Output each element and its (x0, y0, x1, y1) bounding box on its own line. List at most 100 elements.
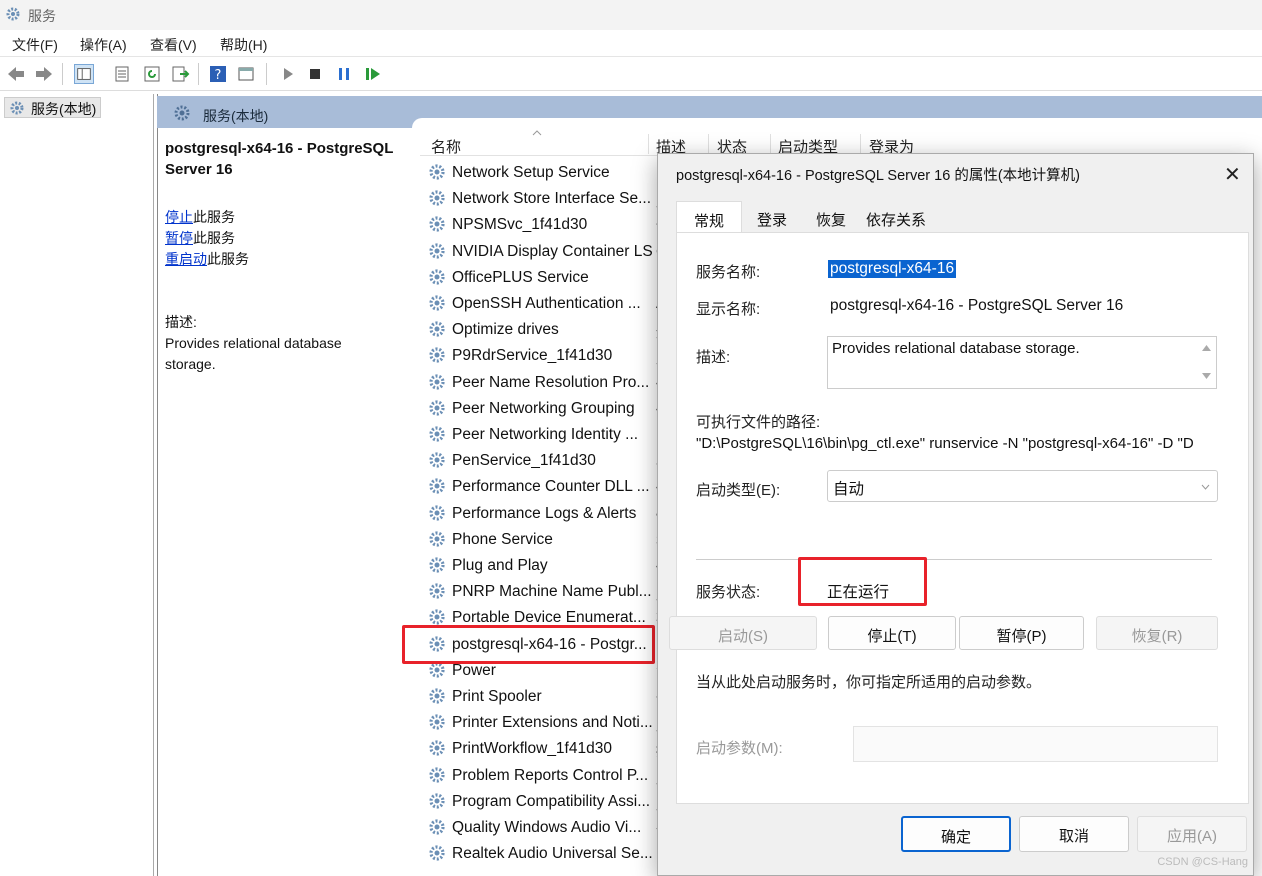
pause-button[interactable]: 暂停(P) (959, 616, 1084, 650)
table-row[interactable]: Quality Windows Audio Vi...优 (428, 815, 671, 841)
highlight-box-service-status (798, 557, 927, 606)
table-row[interactable]: PNRP Machine Name Publ...此 (428, 579, 671, 605)
service-gear-icon (428, 687, 448, 710)
start-params-input[interactable] (853, 726, 1218, 762)
table-row[interactable]: OpenSSH Authentication ...A (428, 291, 666, 317)
service-gear-icon (428, 163, 448, 186)
column-divider[interactable] (708, 134, 709, 154)
table-row[interactable]: OfficePLUS ServiceM (428, 265, 669, 291)
service-name: Performance Counter DLL ... (452, 478, 650, 496)
service-name-value[interactable]: postgresql-x64-16 (828, 260, 957, 278)
help-icon[interactable]: ? (208, 64, 228, 84)
table-row[interactable]: Peer Networking Grouping使 (428, 396, 671, 422)
table-row[interactable]: P9RdrService_1f41d30启 (428, 343, 671, 369)
close-icon[interactable]: ✕ (1224, 162, 1241, 187)
pane-header-title: 服务(本地) (203, 108, 269, 124)
service-name: Performance Logs & Alerts (452, 504, 637, 522)
table-row[interactable]: PrintWorkflow_1f41d30提 (428, 736, 671, 762)
ok-button[interactable]: 确定 (901, 816, 1011, 852)
apply-button[interactable]: 应用(A) (1137, 816, 1247, 852)
table-row[interactable]: Optimize drives通 (428, 317, 671, 343)
service-gear-icon (428, 294, 448, 317)
table-row[interactable]: Peer Name Resolution Pro...使 (428, 370, 671, 396)
restart-service-icon[interactable] (363, 64, 383, 84)
table-row[interactable]: Realtek Audio Universal Se...Realt... (428, 841, 704, 867)
stop-service-link[interactable]: 停止 (165, 209, 193, 225)
service-name: Phone Service (452, 530, 553, 548)
table-row[interactable]: Printer Extensions and Noti...此 (428, 710, 671, 736)
column-divider[interactable] (860, 134, 861, 154)
executable-path-clip: "D:\PostgreSQL\16\bin\pg_ctl.exe" runser… (696, 435, 1246, 457)
service-gear-icon (428, 818, 448, 841)
service-gear-icon (428, 242, 448, 265)
executable-path-value[interactable]: "D:\PostgreSQL\16\bin\pg_ctl.exe" runser… (696, 435, 1194, 452)
service-name: P9RdrService_1f41d30 (452, 347, 613, 365)
description-text: Provides relational database storage. (832, 340, 1080, 357)
service-name: Problem Reports Control P... (452, 766, 649, 784)
table-row[interactable]: PenService_1f41d30手 (428, 448, 671, 474)
table-row[interactable]: Network Setup Service网 (428, 160, 671, 186)
console-tree-icon[interactable] (74, 64, 94, 84)
toolbar-separator (198, 63, 199, 85)
column-divider[interactable] (648, 134, 649, 154)
refresh-icon[interactable] (142, 64, 162, 84)
properties-sheet-icon[interactable] (112, 64, 132, 84)
watermark: CSDN @CS-Hang (1157, 856, 1248, 868)
table-row[interactable]: Print Spooler该 (428, 684, 671, 710)
table-row[interactable]: Program Compatibility Assi...此 (428, 789, 671, 815)
description-textarea[interactable]: Provides relational database storage. (827, 336, 1217, 389)
table-row[interactable]: Network Store Interface Se...此 (428, 186, 671, 212)
export-list-icon[interactable] (170, 64, 190, 84)
tab-dependencies[interactable]: 依存关系 (860, 204, 932, 232)
table-row[interactable]: NPSMSvc_1f41d30< (428, 212, 665, 238)
service-gear-icon (428, 373, 448, 396)
scroll-up-arrow-icon[interactable] (1202, 345, 1211, 351)
pause-service-link[interactable]: 暂停 (165, 230, 193, 246)
highlight-box-selected-service (402, 625, 655, 664)
menu-help[interactable]: 帮助(H) (220, 35, 267, 55)
gear-icon (6, 7, 20, 21)
column-divider[interactable] (770, 134, 771, 154)
service-gear-icon (428, 451, 448, 474)
display-name-value[interactable]: postgresql-x64-16 - PostgreSQL Server 16 (830, 297, 1123, 315)
service-name-label: 服务名称: (696, 264, 761, 281)
service-gear-icon (428, 346, 448, 369)
back-arrow-icon[interactable] (6, 64, 26, 84)
column-header-name[interactable]: 名称 (431, 136, 461, 157)
menu-action[interactable]: 操作(A) (80, 35, 127, 55)
stop-button[interactable]: 停止(T) (828, 616, 956, 650)
service-gear-icon (428, 739, 448, 762)
tab-general[interactable]: 常规 (676, 201, 742, 233)
startup-type-select[interactable]: 自动 (827, 470, 1218, 502)
menu-view[interactable]: 查看(V) (150, 35, 197, 55)
start-service-icon[interactable] (278, 64, 298, 84)
tab-log-on[interactable]: 登录 (742, 204, 802, 232)
table-row[interactable]: Performance Counter DLL ...使 (428, 474, 671, 500)
pause-service-icon[interactable] (334, 64, 354, 84)
service-name: PenService_1f41d30 (452, 452, 596, 470)
restart-service-link[interactable]: 重启动 (165, 251, 207, 267)
table-row[interactable]: Phone Service在 (428, 527, 671, 553)
start-button[interactable]: 启动(S) (669, 616, 817, 650)
show-pane-icon[interactable] (236, 64, 256, 84)
forward-arrow-icon[interactable] (34, 64, 54, 84)
table-row[interactable]: Problem Reports Control P...此 (428, 763, 671, 789)
service-gear-icon (428, 556, 448, 579)
table-row[interactable]: NVIDIA Display Container LSC (428, 239, 667, 265)
tab-recovery[interactable]: 恢复 (802, 204, 860, 232)
startup-type-value: 自动 (833, 481, 865, 498)
menu-file[interactable]: 文件(F) (12, 35, 58, 55)
service-gear-icon (428, 661, 448, 684)
service-name: PNRP Machine Name Publ... (452, 583, 652, 601)
service-gear-icon (428, 504, 448, 527)
tree-node-services-local[interactable]: 服务(本地) (4, 97, 102, 118)
table-row[interactable]: Performance Logs & Alerts性 (428, 501, 671, 527)
scroll-down-arrow-icon[interactable] (1202, 373, 1211, 379)
table-row[interactable]: Peer Networking Identity ...向 (428, 422, 671, 448)
resume-button[interactable]: 恢复(R) (1096, 616, 1218, 650)
service-name: Power (452, 661, 496, 679)
table-row[interactable]: Plug and Play使 (428, 553, 671, 579)
cancel-button[interactable]: 取消 (1019, 816, 1129, 852)
stop-service-icon[interactable] (305, 64, 325, 84)
service-gear-icon (428, 215, 448, 238)
